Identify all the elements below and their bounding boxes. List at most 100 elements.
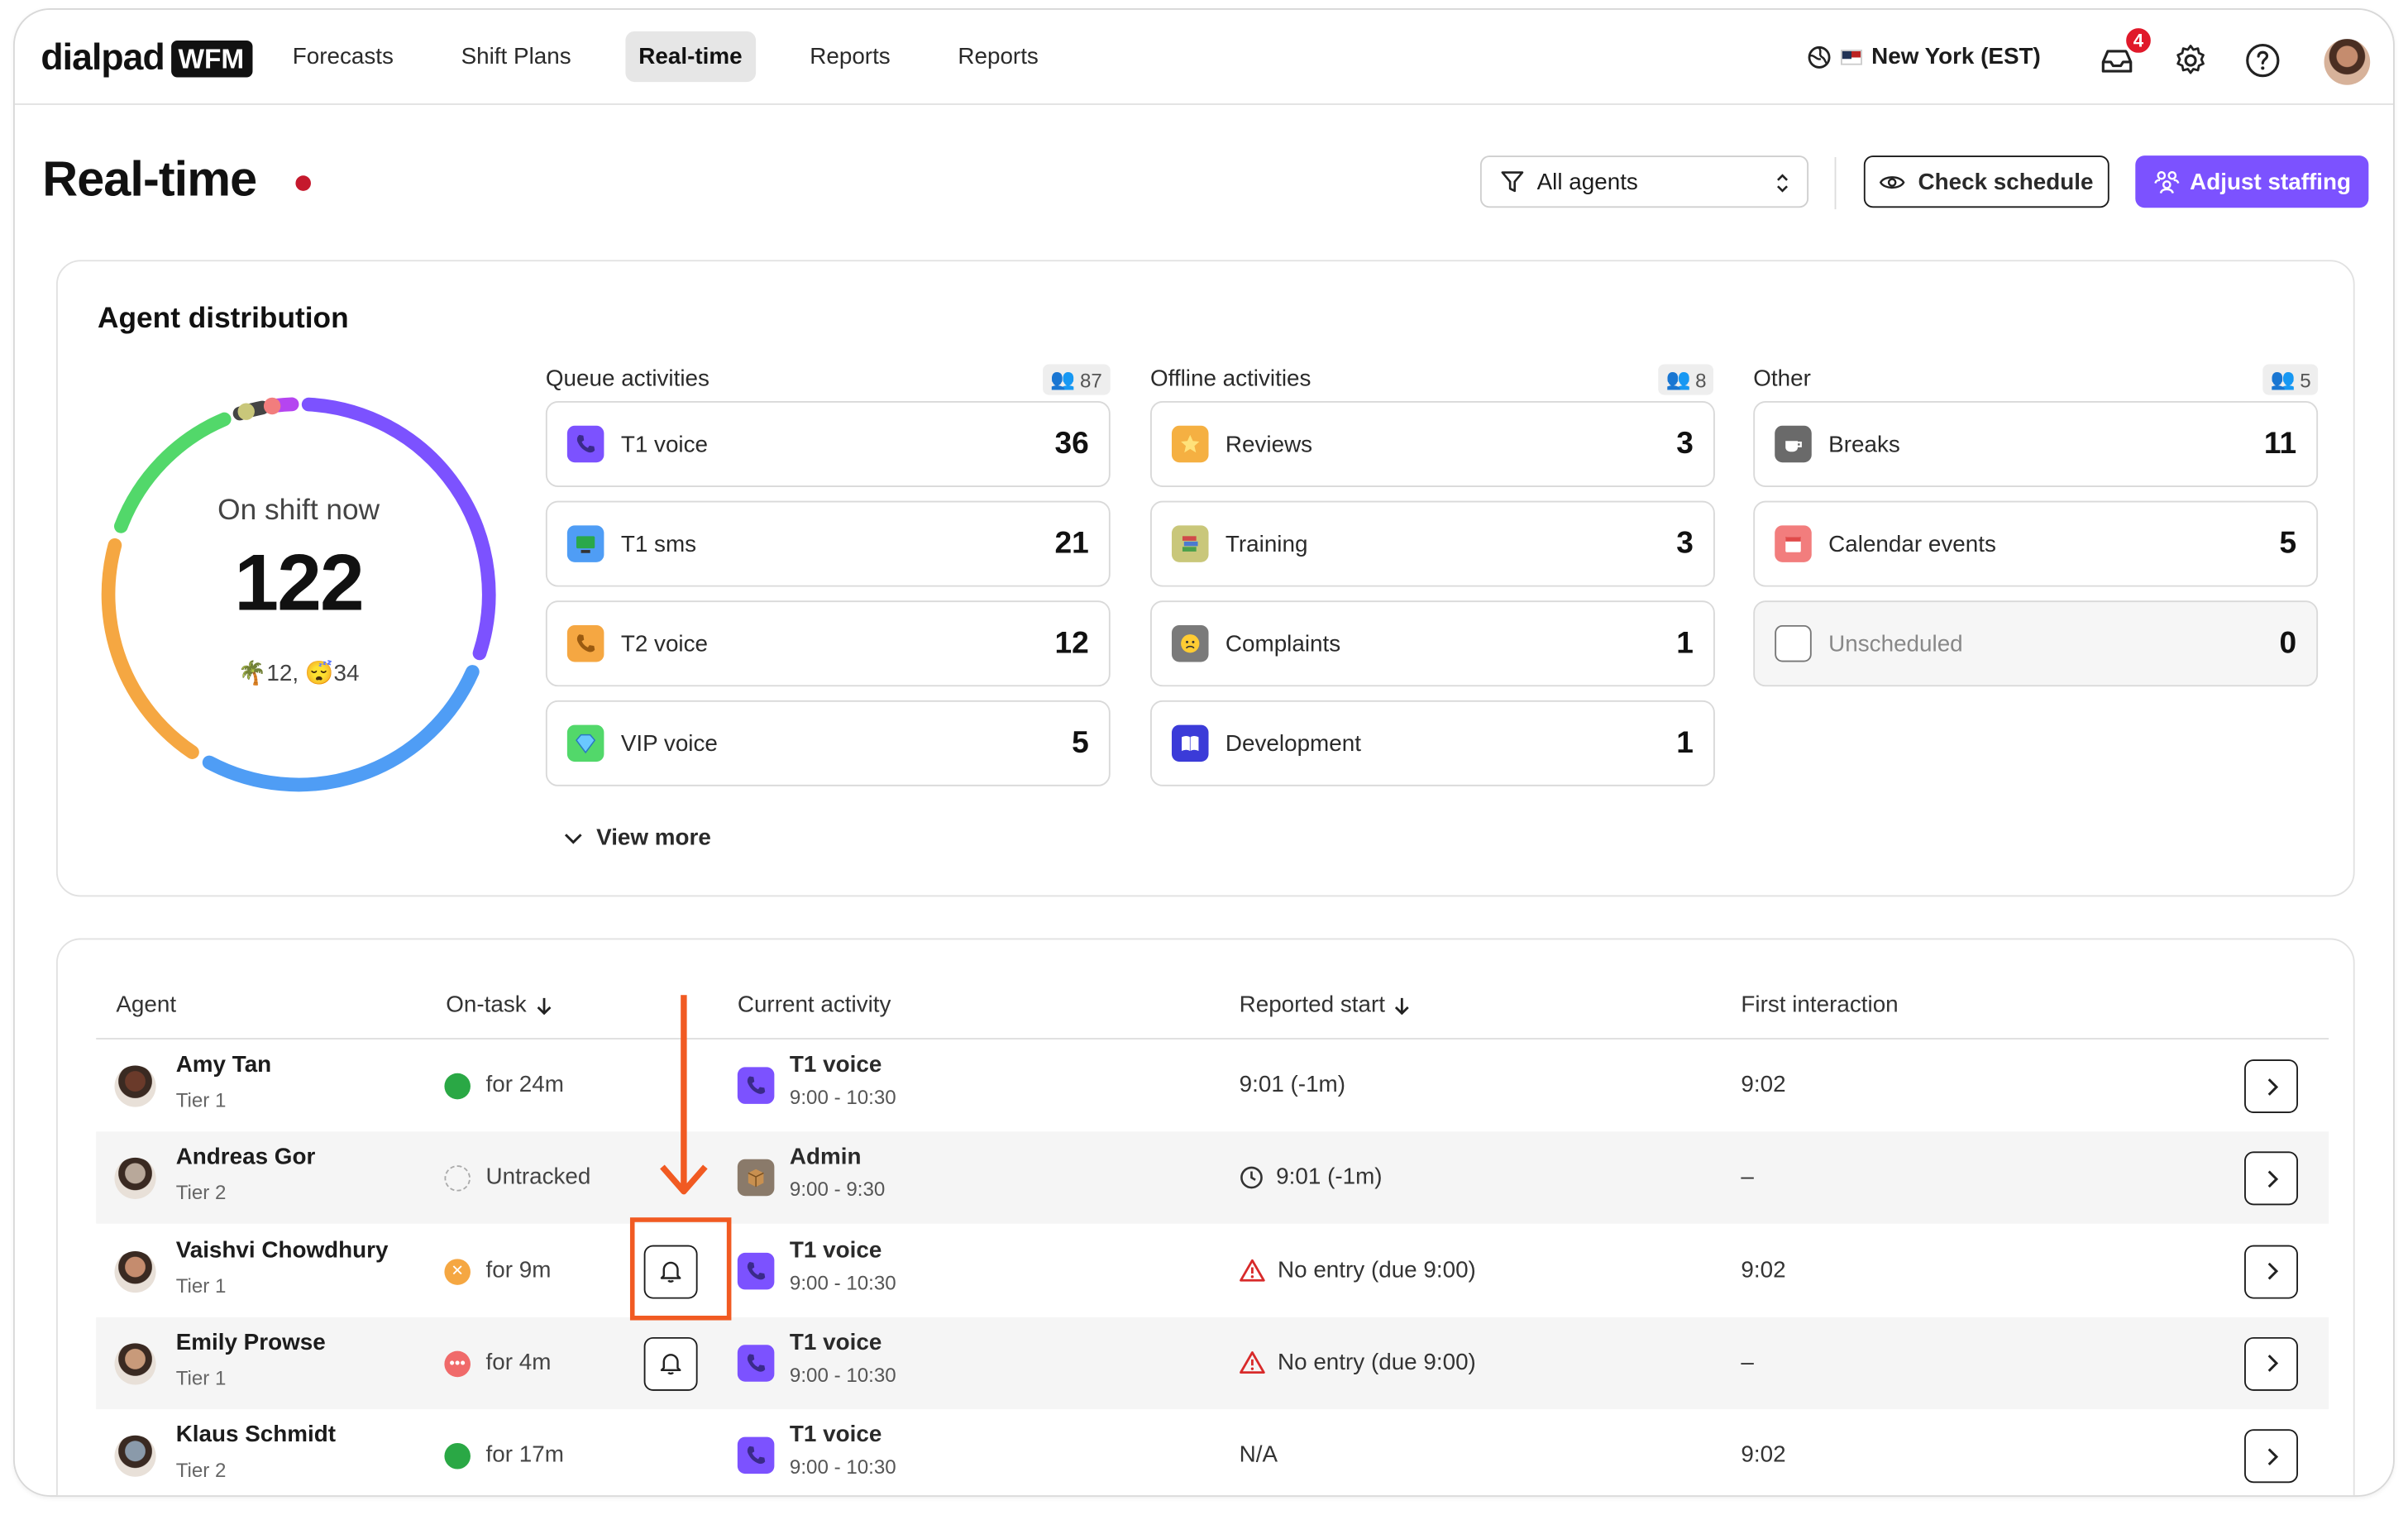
queue-activities-title: Queue activities (545, 366, 710, 392)
people-icon: 👥 (2270, 367, 2296, 391)
help-icon[interactable] (2244, 42, 2281, 79)
avatar (114, 1343, 156, 1385)
nav-reports-2[interactable]: Reports (944, 31, 1053, 82)
table-row[interactable]: Amy Tan Tier 1 for 24m T1 voice 9:00 - 1… (96, 1039, 2329, 1131)
red-status-icon: ••• (444, 1350, 471, 1377)
dialpad-wfm-logo[interactable]: dialpad WFM (41, 37, 252, 80)
warning-icon (1240, 1259, 1265, 1281)
activity-tile-t2-voice[interactable]: T2 voice 12 (545, 600, 1111, 687)
user-avatar[interactable] (2324, 39, 2371, 85)
activity-count: 36 (1054, 426, 1089, 461)
palm-count: 12, (266, 660, 299, 687)
nav-shift-plans[interactable]: Shift Plans (447, 31, 585, 82)
activity-name: T1 voice (789, 1236, 882, 1264)
activity-time: 9:00 - 10:30 (789, 1455, 896, 1479)
check-schedule-button[interactable]: Check schedule (1863, 155, 2109, 208)
donut-sub-stats: 🌴12, 😴34 (92, 659, 506, 687)
activity-time: 9:00 - 10:30 (789, 1363, 896, 1387)
col-header-agent[interactable]: Agent (116, 992, 176, 1018)
activity-tile-vip-voice[interactable]: VIP voice 5 (545, 700, 1111, 786)
table-row[interactable]: Emily Prowse Tier 1 ••• for 4m T1 voice … (96, 1317, 2329, 1409)
activity-tile-t1-voice[interactable]: T1 voice 36 (545, 401, 1111, 487)
gear-icon[interactable] (2172, 42, 2210, 79)
people-icon: 👥 (1665, 367, 1691, 391)
col-header-first-interaction[interactable]: First interaction (1741, 992, 1898, 1018)
reported-start-text: N/A (1239, 1441, 1278, 1469)
first-interaction: 9:02 (1741, 1441, 1786, 1469)
coffee-icon (1775, 425, 1812, 463)
activity-name: Admin (789, 1144, 862, 1171)
activity-count: 12 (1054, 625, 1089, 660)
timezone-selector[interactable]: New York (EST) (1807, 44, 2041, 69)
col-header-reported-start[interactable]: Reported start (1240, 992, 1412, 1018)
table-row[interactable]: Klaus Schmidt Tier 2 for 17m T1 voice 9:… (96, 1410, 2329, 1496)
globe-icon (1808, 45, 1831, 68)
notify-agent-button[interactable] (643, 1336, 698, 1391)
open-agent-button[interactable] (2244, 1151, 2298, 1206)
chevron-down-icon (564, 833, 582, 844)
col-header-on-task[interactable]: On-task (446, 992, 552, 1018)
activity-count: 5 (1072, 725, 1089, 760)
activity-tile-calendar-events[interactable]: Calendar events 5 (1753, 500, 2319, 587)
check-schedule-label: Check schedule (1918, 168, 2094, 195)
open-agent-button[interactable] (2244, 1429, 2298, 1484)
agent-name[interactable]: Vaishvi Chowdhury (176, 1237, 389, 1264)
activity-count: 1 (1676, 625, 1694, 660)
reported-start-text: No entry (due 9:00) (1278, 1256, 1476, 1283)
avatar (114, 1065, 156, 1107)
activity-name: Complaints (1225, 630, 1341, 657)
eye-icon (1880, 175, 1906, 189)
activity-tile-t1-sms[interactable]: T1 sms 21 (545, 500, 1111, 587)
agent-filter-value: All agents (1536, 168, 1638, 195)
col-header-reported-start-label: Reported start (1239, 992, 1385, 1018)
filter-icon (1501, 171, 1524, 193)
us-flag-icon (1841, 49, 1862, 65)
sad-face-icon (1171, 624, 1209, 662)
agent-name[interactable]: Andreas Gor (176, 1145, 316, 1171)
table-row[interactable]: Andreas Gor Tier 2 Untracked Admin 9:00 … (96, 1131, 2329, 1225)
agent-filter-select[interactable]: All agents (1479, 155, 1809, 208)
activity-name: Training (1225, 530, 1308, 557)
book-icon (1171, 724, 1209, 762)
open-agent-button[interactable] (2244, 1059, 2298, 1114)
on-shift-donut: On shift now 122 🌴12, 😴34 (92, 387, 506, 801)
open-agent-button[interactable] (2244, 1244, 2298, 1298)
offline-count-value: 8 (1695, 368, 1707, 391)
green-status-icon (444, 1443, 471, 1470)
activity-name: Calendar events (1828, 530, 1996, 557)
activity-tile-unscheduled[interactable]: Unscheduled 0 (1753, 600, 2319, 687)
agent-name[interactable]: Klaus Schmidt (176, 1422, 336, 1448)
activity-tile-training[interactable]: Training 3 (1149, 500, 1715, 587)
agent-name[interactable]: Emily Prowse (176, 1329, 326, 1355)
open-agent-button[interactable] (2244, 1336, 2298, 1391)
view-more-button[interactable]: View more (562, 824, 711, 851)
activity-tile-complaints[interactable]: Complaints 1 (1149, 600, 1715, 687)
phone-icon (737, 1436, 775, 1474)
palm-tree-icon: 🌴 (237, 660, 267, 687)
adjust-staffing-button[interactable]: Adjust staffing (2135, 155, 2369, 208)
agent-tier: Tier 1 (175, 1088, 227, 1112)
empty-square-icon (1775, 624, 1812, 662)
col-header-current-activity[interactable]: Current activity (738, 992, 891, 1018)
agent-name[interactable]: Amy Tan (176, 1052, 271, 1078)
nav-real-time[interactable]: Real-time (624, 31, 757, 83)
chevron-right-icon (2267, 1170, 2278, 1188)
activity-name: T1 sms (620, 530, 697, 557)
donut-segment (263, 397, 281, 415)
activity-time: 9:00 - 9:30 (789, 1178, 886, 1202)
reported-start-text: No entry (due 9:00) (1278, 1349, 1476, 1376)
nav-reports[interactable]: Reports (796, 31, 905, 82)
activity-tile-development[interactable]: Development 1 (1149, 700, 1715, 786)
donut-center-label: On shift now (217, 495, 380, 528)
activity-tile-reviews[interactable]: Reviews 3 (1149, 401, 1715, 487)
nav-forecasts[interactable]: Forecasts (279, 31, 408, 82)
on-task-text: for 4m (485, 1349, 552, 1376)
calendar-icon (1775, 525, 1812, 562)
phone-icon (737, 1067, 775, 1104)
queue-count-value: 87 (1079, 368, 1102, 391)
activity-tile-breaks[interactable]: Breaks 11 (1753, 401, 2319, 487)
activity-name: Unscheduled (1828, 630, 1963, 657)
col-header-on-task-label: On-task (446, 992, 527, 1018)
agent-tier: Tier 1 (175, 1274, 227, 1297)
table-row[interactable]: Vaishvi Chowdhury Tier 1 ✕ for 9m T1 voi… (96, 1225, 2329, 1317)
